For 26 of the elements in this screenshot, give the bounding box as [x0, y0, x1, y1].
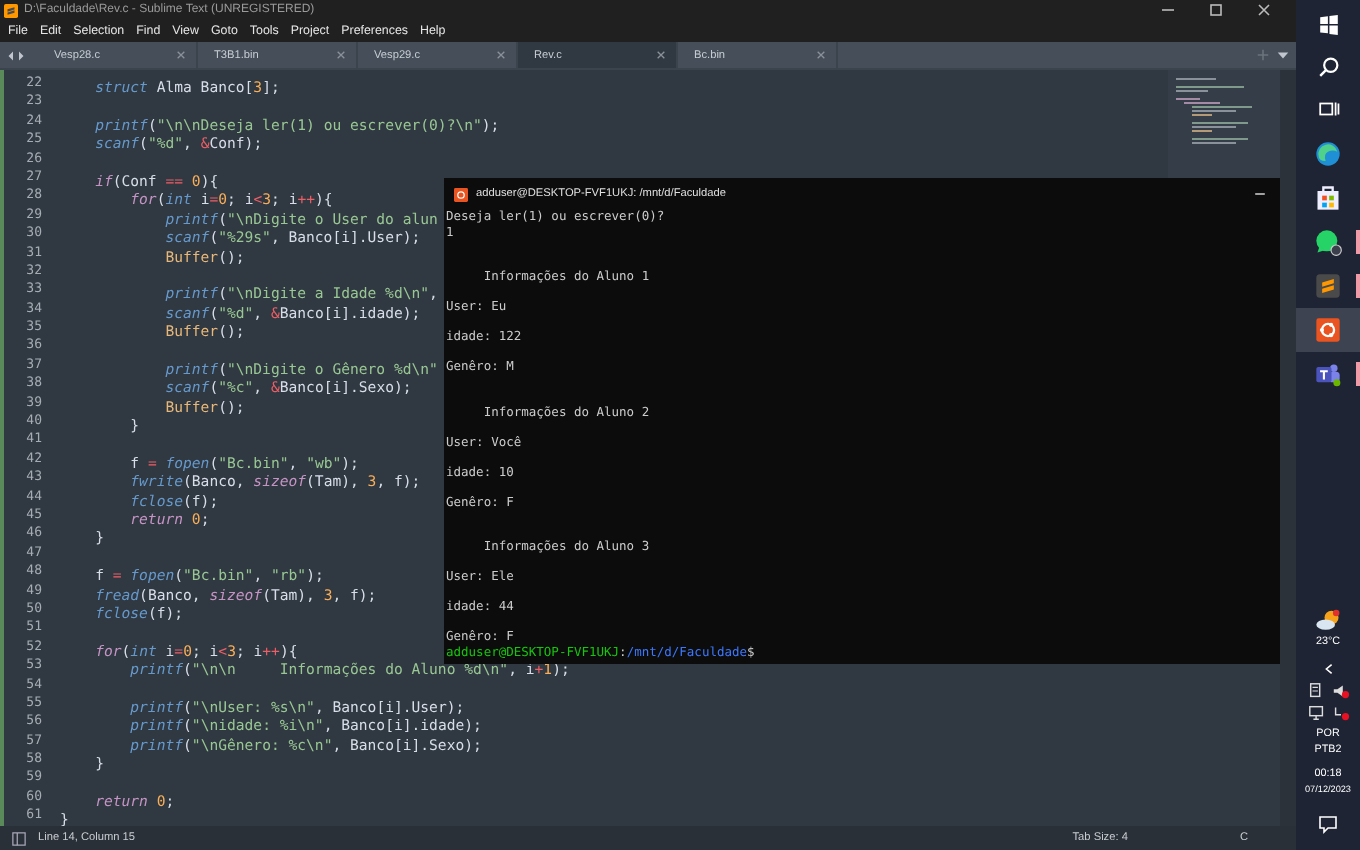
dropdown-icon[interactable]: [1276, 48, 1290, 62]
chevron-icon[interactable]: [1321, 662, 1335, 676]
panel-icon[interactable]: [12, 831, 26, 845]
shopping-bag-icon: [1314, 184, 1342, 212]
monitor-icon[interactable]: [1307, 704, 1325, 722]
speaker-muted-icon[interactable]: [1331, 682, 1349, 700]
scrollbar[interactable]: [1280, 70, 1296, 826]
weather-icon[interactable]: [1314, 606, 1342, 634]
tab-navigation-icon[interactable]: [6, 49, 26, 61]
ubuntu-logo-icon: [1314, 316, 1342, 344]
wave-icon: [1314, 140, 1342, 168]
sublime-logo-icon: [1314, 272, 1342, 300]
close-icon[interactable]: [1254, 0, 1274, 20]
network-disconnected-icon[interactable]: [1331, 704, 1349, 722]
ubuntu-logo-icon: [454, 187, 468, 201]
search-icon[interactable]: [1317, 56, 1339, 78]
chat-bubble-icon: [1314, 228, 1342, 256]
maximize-icon[interactable]: [1206, 0, 1226, 20]
sublime-logo-icon: [4, 3, 18, 17]
teams-logo-icon: [1314, 360, 1342, 388]
notification-icon[interactable]: [1318, 814, 1338, 834]
task-view-icon[interactable]: [1317, 98, 1339, 120]
taskbar-app[interactable]: [1296, 308, 1360, 352]
device-icon[interactable]: [1307, 682, 1325, 700]
windows-start-icon[interactable]: [1317, 14, 1339, 36]
close-icon[interactable]: [656, 50, 666, 60]
